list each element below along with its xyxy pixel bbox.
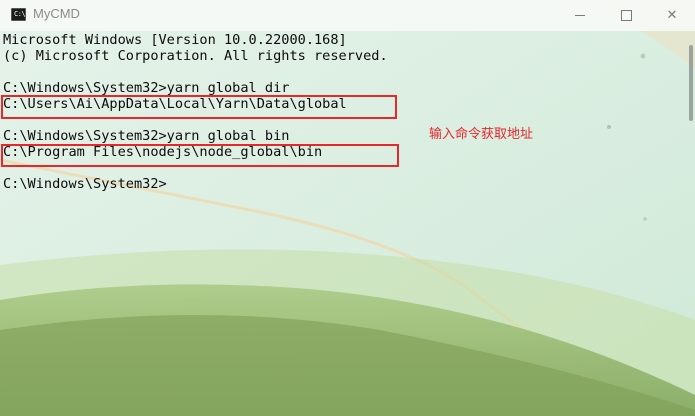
maximize-button[interactable]: [603, 0, 649, 31]
console-line: C:\Windows\System32>yarn global bin: [3, 128, 290, 144]
console-line: Microsoft Windows [Version 10.0.22000.16…: [3, 32, 347, 48]
console-line: (c) Microsoft Corporation. All rights re…: [3, 48, 388, 64]
highlight-box-global-bin: [1, 144, 399, 167]
close-icon: ✕: [666, 8, 678, 23]
prompt-line: C:\Windows\System32>: [3, 176, 167, 192]
terminal-window: C:\ MyCMD ✕ Microsoft Windows [Version 1…: [0, 0, 695, 416]
highlight-box-global-dir: [1, 95, 397, 119]
console-line: C:\Windows\System32>yarn global dir: [3, 80, 290, 96]
vertical-scrollbar[interactable]: [686, 31, 695, 416]
annotation-text: 输入命令获取地址: [429, 127, 534, 142]
scrollbar-thumb[interactable]: [689, 45, 693, 121]
cmd-icon: C:\: [11, 8, 26, 21]
minimize-button[interactable]: [557, 0, 603, 31]
window-title: MyCMD: [33, 6, 80, 21]
console-output[interactable]: Microsoft Windows [Version 10.0.22000.16…: [0, 32, 684, 416]
close-button[interactable]: ✕: [649, 0, 695, 31]
title-bar[interactable]: C:\ MyCMD ✕: [0, 0, 695, 31]
